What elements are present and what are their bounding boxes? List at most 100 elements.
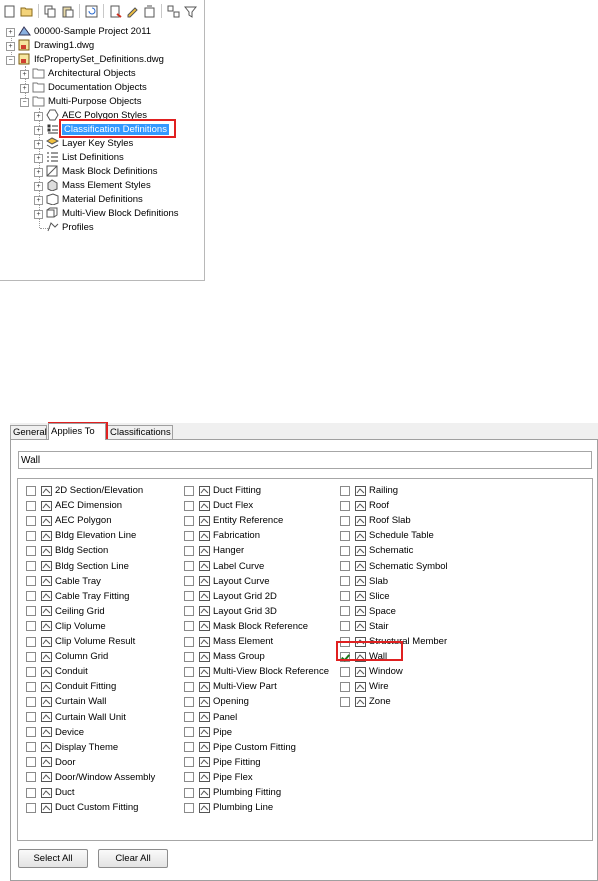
object-type-railing[interactable]: Railing (340, 483, 398, 498)
object-type-layout-curve[interactable]: Layout Curve (184, 574, 270, 589)
checkbox[interactable] (26, 636, 36, 647)
tree-expander[interactable]: + (34, 182, 43, 191)
checkbox[interactable] (26, 500, 36, 511)
checkbox[interactable] (184, 545, 194, 556)
object-type-duct-custom-fitting[interactable]: Duct Custom Fitting (26, 800, 138, 815)
tree-expander[interactable]: + (20, 84, 29, 93)
checkbox[interactable] (26, 681, 36, 692)
checkbox[interactable] (184, 696, 194, 707)
object-type-slice[interactable]: Slice (340, 589, 390, 604)
checkbox[interactable] (184, 757, 194, 768)
checkbox[interactable] (340, 576, 350, 587)
object-type-door-window-assembly[interactable]: Door/Window Assembly (26, 770, 155, 785)
checkbox[interactable] (340, 681, 350, 692)
object-type-multi-view-block-reference[interactable]: Multi-View Block Reference (184, 664, 329, 679)
object-type-stair[interactable]: Stair (340, 619, 389, 634)
checkbox[interactable] (184, 530, 194, 541)
checkbox[interactable] (26, 666, 36, 677)
object-type-conduit-fitting[interactable]: Conduit Fitting (26, 679, 116, 694)
checkbox[interactable] (26, 485, 36, 496)
checkbox[interactable] (26, 727, 36, 738)
checkbox[interactable] (184, 561, 194, 571)
object-type-duct[interactable]: Duct (26, 785, 75, 800)
object-type-device[interactable]: Device (26, 725, 84, 740)
checkbox[interactable] (26, 651, 36, 662)
checkbox[interactable] (184, 621, 194, 632)
tree-item-multi-view-block-definitions[interactable]: Multi-View Block Definitions (46, 206, 179, 220)
object-type-cable-tray-fitting[interactable]: Cable Tray Fitting (26, 589, 129, 604)
checkbox[interactable] (184, 515, 194, 526)
checkbox[interactable] (26, 576, 36, 587)
checkbox[interactable] (184, 500, 194, 511)
object-type-layout-grid-3d[interactable]: Layout Grid 3D (184, 604, 277, 619)
checkbox[interactable] (184, 606, 194, 617)
object-type-schematic-symbol[interactable]: Schematic Symbol (340, 559, 448, 574)
tree-expander[interactable]: + (34, 154, 43, 163)
checkbox[interactable] (26, 712, 36, 722)
checkbox[interactable] (26, 757, 36, 768)
checkbox[interactable] (26, 530, 36, 541)
checkbox[interactable] (26, 561, 36, 571)
tree-item-mass-element-styles[interactable]: Mass Element Styles (46, 178, 151, 192)
tree-expander[interactable]: + (34, 210, 43, 219)
object-type-bldg-elevation-line[interactable]: Bldg Elevation Line (26, 528, 136, 543)
tab-applies-to[interactable]: Applies To (48, 423, 106, 440)
object-type-2d-section-elevation[interactable]: 2D Section/Elevation (26, 483, 143, 498)
checkbox[interactable] (184, 681, 194, 692)
checkbox[interactable] (340, 530, 350, 541)
checkbox[interactable] (340, 666, 350, 677)
object-type-duct-fitting[interactable]: Duct Fitting (184, 483, 261, 498)
checkbox[interactable] (184, 802, 194, 813)
object-type-hanger[interactable]: Hanger (184, 543, 244, 558)
tree-expander[interactable]: + (34, 126, 43, 135)
checkbox[interactable] (26, 545, 36, 556)
object-type-bldg-section[interactable]: Bldg Section (26, 543, 108, 558)
object-type-plumbing-line[interactable]: Plumbing Line (184, 800, 273, 815)
object-type-plumbing-fitting[interactable]: Plumbing Fitting (184, 785, 281, 800)
tree-expander[interactable]: + (34, 112, 43, 121)
checkbox[interactable] (184, 485, 194, 496)
tree-item-documentation-objects[interactable]: Documentation Objects (32, 80, 147, 94)
object-type-window[interactable]: Window (340, 664, 403, 679)
checkbox[interactable] (340, 621, 350, 632)
object-type-entity-reference[interactable]: Entity Reference (184, 513, 283, 528)
checkbox[interactable] (184, 666, 194, 677)
tree-expander[interactable]: − (6, 56, 15, 65)
object-type-roof[interactable]: Roof (340, 498, 389, 513)
tree-expander[interactable]: + (34, 168, 43, 177)
applies-to-filter-field[interactable]: Wall (18, 451, 592, 469)
object-type-conduit[interactable]: Conduit (26, 664, 88, 679)
checkbox[interactable] (340, 545, 350, 556)
checkbox[interactable] (26, 696, 36, 707)
tree-item-drawing1[interactable]: Drawing1.dwg (18, 38, 94, 52)
checkbox[interactable] (340, 591, 350, 602)
tree-item-profiles[interactable]: Profiles (46, 220, 94, 234)
tree-item-layer-key-styles[interactable]: Layer Key Styles (46, 136, 133, 150)
select-all-button[interactable]: Select All (18, 849, 88, 868)
tree-item-architectural-objects[interactable]: Architectural Objects (32, 66, 136, 80)
object-type-bldg-section-line[interactable]: Bldg Section Line (26, 559, 129, 574)
checkbox[interactable] (340, 696, 350, 707)
checkbox[interactable] (340, 500, 350, 511)
checkbox[interactable] (184, 651, 194, 662)
checkbox[interactable] (184, 636, 194, 647)
tree-expander[interactable]: − (20, 98, 29, 107)
object-type-pipe-custom-fitting[interactable]: Pipe Custom Fitting (184, 740, 296, 755)
object-type-curtain-wall[interactable]: Curtain Wall (26, 694, 106, 709)
checkbox[interactable] (340, 561, 350, 571)
tree-expander[interactable]: + (20, 70, 29, 79)
object-type-schedule-table[interactable]: Schedule Table (340, 528, 434, 543)
checkbox[interactable] (184, 576, 194, 587)
checkbox[interactable] (340, 651, 350, 662)
object-type-clip-volume[interactable]: Clip Volume (26, 619, 106, 634)
object-type-duct-flex[interactable]: Duct Flex (184, 498, 253, 513)
object-type-mask-block-reference[interactable]: Mask Block Reference (184, 619, 308, 634)
object-type-cable-tray[interactable]: Cable Tray (26, 574, 101, 589)
checkbox[interactable] (184, 727, 194, 738)
checkbox[interactable] (340, 606, 350, 617)
object-type-structural-member[interactable]: Structural Member (340, 634, 447, 649)
object-type-aec-polygon[interactable]: AEC Polygon (26, 513, 112, 528)
object-type-pipe-fitting[interactable]: Pipe Fitting (184, 755, 261, 770)
object-type-zone[interactable]: Zone (340, 694, 391, 709)
tree-item-mask-block-definitions[interactable]: Mask Block Definitions (46, 164, 158, 178)
